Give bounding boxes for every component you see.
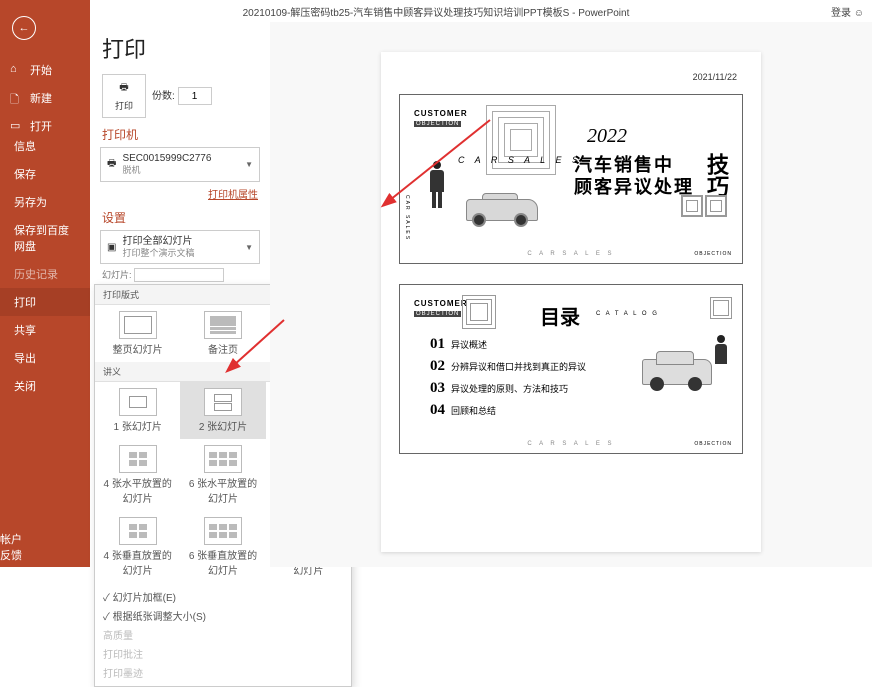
opt-notes[interactable]: 备注页 <box>180 305 265 362</box>
printer-select[interactable]: 🖶 SEC0015999C2776 脱机 ▼ <box>100 147 260 182</box>
home-icon: ⌂ <box>10 63 24 77</box>
title-bar: 20210109-解压密码tb25-汽车销售中顾客异议处理技巧知识培训PPT模板… <box>0 0 872 22</box>
print-scope-select[interactable]: ▣ 打印全部幻灯片 打印整个演示文稿 ▼ <box>100 230 260 265</box>
printer-section-heading: 打印机 <box>102 126 264 143</box>
nav-save[interactable]: 保存 <box>0 160 90 188</box>
login-link[interactable]: 登录 ☺ <box>831 4 864 19</box>
nav-print[interactable]: 打印 <box>0 288 90 316</box>
printer-properties-link[interactable]: 打印机属性 <box>96 186 264 201</box>
backstage-sidebar: ← ⌂开始 🗋新建 ▭打开 信息 保存 另存为 保存到百度网盘 历史记录 打印 … <box>0 0 90 567</box>
nav-bottom: 帐户 反馈 <box>0 531 90 563</box>
chevron-down-icon: ▼ <box>245 243 253 252</box>
settings-section-heading: 设置 <box>102 209 264 226</box>
nav-top: ⌂开始 🗋新建 ▭打开 <box>0 56 90 140</box>
slide-2: CUSTOMEROBJECTION 目录 C A T A L O G 01异议概… <box>399 284 743 454</box>
nav-close[interactable]: 关闭 <box>0 372 90 400</box>
nav-new[interactable]: 🗋新建 <box>0 84 90 112</box>
opt-frame[interactable]: 幻灯片加框(E) <box>103 587 343 606</box>
opt-hq[interactable]: 高质量 <box>103 625 343 644</box>
nav-feedback[interactable]: 反馈 <box>0 547 90 563</box>
nav-baidu[interactable]: 保存到百度网盘 <box>0 216 90 260</box>
nav-home[interactable]: ⌂开始 <box>0 56 90 84</box>
nav-saveas[interactable]: 另存为 <box>0 188 90 216</box>
opt-ink[interactable]: 打印墨迹 <box>103 663 343 682</box>
opt-comments[interactable]: 打印批注 <box>103 644 343 663</box>
back-button[interactable]: ← <box>12 16 36 40</box>
slides-range-input[interactable] <box>134 268 224 282</box>
copies-input[interactable] <box>178 87 212 105</box>
nav-export[interactable]: 导出 <box>0 344 90 372</box>
nav-main: 信息 保存 另存为 保存到百度网盘 历史记录 打印 共享 导出 关闭 <box>0 132 90 400</box>
nav-share[interactable]: 共享 <box>0 316 90 344</box>
car-illustration <box>458 185 546 229</box>
page-date: 2021/11/22 <box>693 72 737 82</box>
copies-field: 份数: <box>152 87 212 106</box>
open-icon: ▭ <box>10 119 24 133</box>
opt-fullpage[interactable]: 整页幻灯片 <box>95 305 180 362</box>
opt-scale[interactable]: 根据纸张调整大小(S) <box>103 606 343 625</box>
slides-icon: ▣ <box>107 242 116 253</box>
opt-4h[interactable]: 4 张水平放置的幻灯片 <box>95 439 180 511</box>
opt-4v[interactable]: 4 张垂直放置的幻灯片 <box>95 511 180 583</box>
arrow-left-icon: ← <box>19 22 30 34</box>
opt-6v[interactable]: 6 张垂直放置的幻灯片 <box>180 511 265 583</box>
opt-6h[interactable]: 6 张水平放置的幻灯片 <box>180 439 265 511</box>
printer-icon: 🖶 <box>107 156 116 173</box>
print-preview: 2021/11/22 CUSTOMEROBJECTION CAR SALES C… <box>270 22 872 567</box>
new-icon: 🗋 <box>10 91 24 105</box>
nav-info[interactable]: 信息 <box>0 132 90 160</box>
dropdown-options: 幻灯片加框(E) 根据纸张调整大小(S) 高质量 打印批注 打印墨迹 <box>95 583 351 686</box>
preview-page: 2021/11/22 CUSTOMEROBJECTION CAR SALES C… <box>381 52 761 552</box>
car-illustration-2 <box>632 335 722 395</box>
slide-1: CUSTOMEROBJECTION CAR SALES C A R S A L … <box>399 94 743 264</box>
nav-account[interactable]: 帐户 <box>0 531 90 547</box>
opt-1slide[interactable]: 1 张幻灯片 <box>95 382 180 439</box>
printer-icon: 🖶 <box>119 80 128 97</box>
slides-label: 幻灯片: <box>102 268 264 282</box>
person-illustration <box>428 161 446 209</box>
panel-heading: 打印 <box>102 32 264 64</box>
print-button[interactable]: 🖶 打印 <box>102 74 146 118</box>
chevron-down-icon: ▼ <box>245 160 253 169</box>
document-title: 20210109-解压密码tb25-汽车销售中顾客异议处理技巧知识培训PPT模板… <box>243 4 630 19</box>
nav-history[interactable]: 历史记录 <box>0 260 90 288</box>
opt-2slide[interactable]: 2 张幻灯片 <box>180 382 265 439</box>
